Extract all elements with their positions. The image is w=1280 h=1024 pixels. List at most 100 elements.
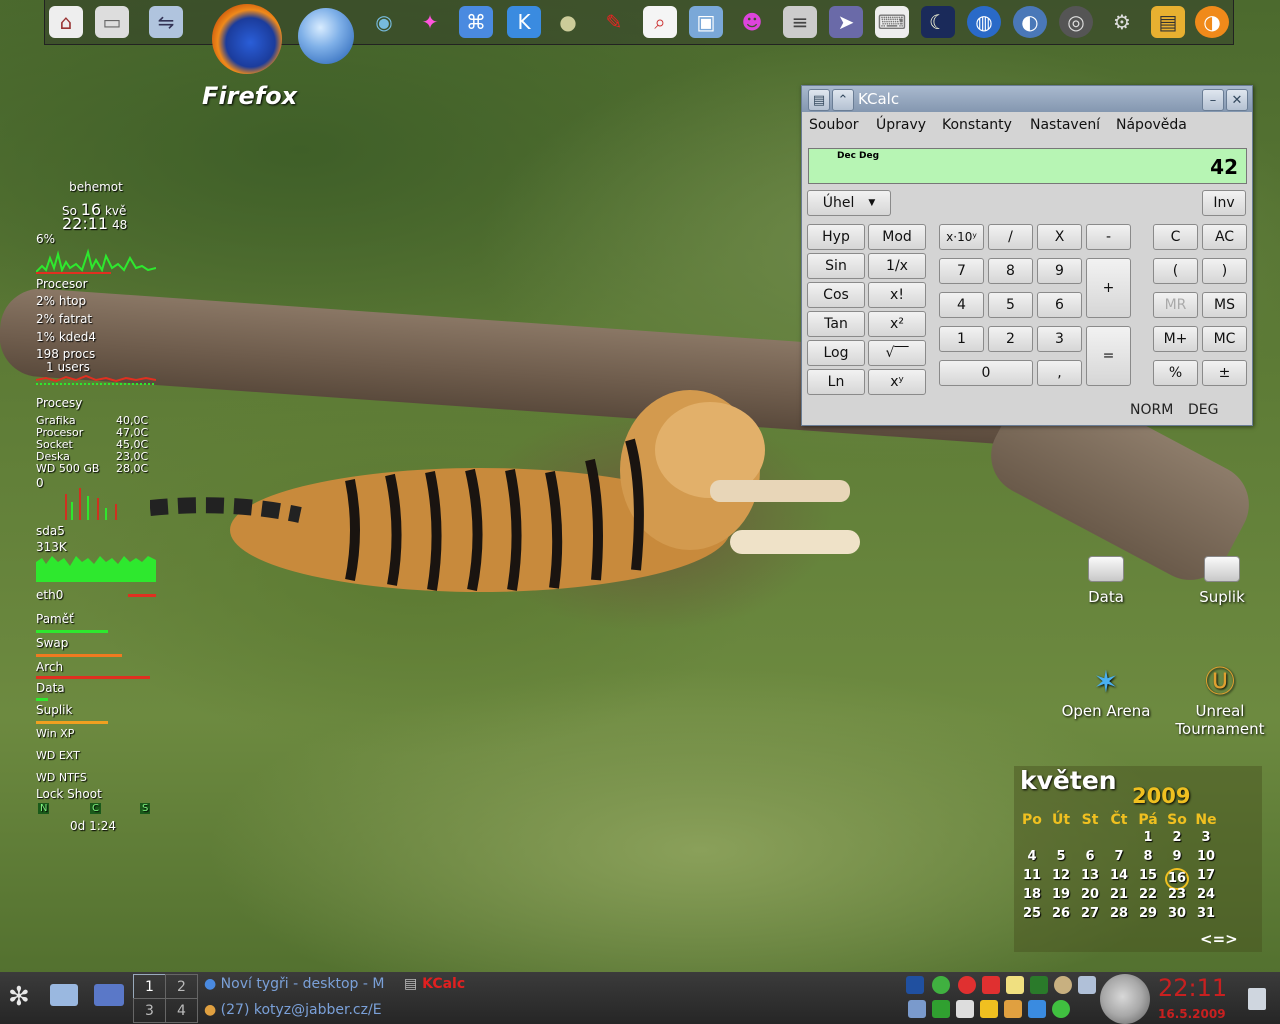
square-button[interactable]: x² <box>868 311 926 337</box>
usb-drive-icon[interactable]: ⇋ <box>149 6 183 38</box>
exp-button[interactable]: x·10ʸ <box>939 224 984 250</box>
pidgin-icon[interactable] <box>1054 976 1072 994</box>
menu-settings[interactable]: Nastavení <box>1030 117 1100 133</box>
reciprocal-button[interactable]: 1/x <box>868 253 926 279</box>
decimal-button[interactable]: , <box>1037 360 1082 386</box>
calendar-day[interactable]: 4 <box>1018 849 1046 864</box>
download-icon[interactable] <box>1030 976 1048 994</box>
dolphin-icon[interactable]: ◐ <box>1013 6 1047 38</box>
keyboard-icon[interactable]: ⌨ <box>875 6 909 38</box>
network-icon[interactable]: ⌘ <box>459 6 493 38</box>
digit-0-button[interactable]: 0 <box>939 360 1033 386</box>
home-icon[interactable]: ⌂ <box>49 6 83 38</box>
clock-time[interactable]: 22:11 <box>1158 974 1227 1002</box>
status-tray-icon[interactable] <box>1052 1000 1070 1018</box>
task-item-active[interactable]: ▤ KCalc <box>404 976 465 992</box>
power-button[interactable]: xʸ <box>868 369 926 395</box>
memory-recall-button[interactable]: MR <box>1153 292 1198 318</box>
calendar-day[interactable]: 19 <box>1047 887 1075 902</box>
mascot-icon[interactable]: ☻ <box>735 6 769 38</box>
clock-date[interactable]: 16.5.2009 <box>1158 1007 1226 1021</box>
memory-add-button[interactable]: M+ <box>1153 326 1198 352</box>
ln-button[interactable]: Ln <box>807 369 865 395</box>
plus-button[interactable]: + <box>1086 258 1131 318</box>
rocket-icon[interactable]: ✦ <box>413 6 447 38</box>
kde-tray-icon[interactable] <box>1028 1000 1046 1018</box>
equals-button[interactable]: = <box>1086 326 1131 386</box>
film-icon[interactable]: ▤ <box>1151 6 1185 38</box>
calendar-day[interactable]: 11 <box>1018 868 1046 883</box>
multiply-button[interactable]: X <box>1037 224 1082 250</box>
sqrt-button[interactable]: √‾‾ <box>868 340 926 366</box>
calendar-day[interactable]: 2 <box>1163 830 1191 845</box>
calendar-day[interactable]: 21 <box>1105 887 1133 902</box>
factorial-button[interactable]: x! <box>868 282 926 308</box>
digit-7-button[interactable]: 7 <box>939 258 984 284</box>
calendar-day[interactable]: 29 <box>1134 906 1162 921</box>
menu-edit[interactable]: Úpravy <box>876 117 926 133</box>
calendar-day[interactable]: 27 <box>1076 906 1104 921</box>
pointer-icon[interactable]: ➤ <box>829 6 863 38</box>
scanner-icon[interactable]: ≡ <box>783 6 817 38</box>
calendar-day[interactable]: 6 <box>1076 849 1104 864</box>
media-player-icon[interactable]: ◑ <box>1195 6 1229 38</box>
minimize-icon[interactable]: – <box>1202 89 1224 111</box>
memory-store-button[interactable]: MS <box>1202 292 1247 318</box>
firefox-icon[interactable] <box>212 4 282 74</box>
desktop-icon-suplik[interactable]: Suplik <box>1172 556 1272 606</box>
globe-pin-icon[interactable]: ◉ <box>367 6 401 38</box>
menu-file[interactable]: Soubor <box>809 117 859 133</box>
close-paren-button[interactable]: ) <box>1202 258 1247 284</box>
digit-6-button[interactable]: 6 <box>1037 292 1082 318</box>
clipboard-icon[interactable] <box>956 1000 974 1018</box>
calendar-day[interactable]: 14 <box>1105 868 1133 883</box>
calendar-day[interactable]: 25 <box>1018 906 1046 921</box>
digit-3-button[interactable]: 3 <box>1037 326 1082 352</box>
calendar-day[interactable]: 8 <box>1134 849 1162 864</box>
desktop-icon[interactable] <box>94 984 124 1006</box>
calendar-nav[interactable]: <=> <box>1200 930 1238 948</box>
disc-icon[interactable]: ◎ <box>1059 6 1093 38</box>
drive-icon[interactable]: ▭ <box>95 6 129 38</box>
calendar-day[interactable]: 30 <box>1163 906 1191 921</box>
memory-clear-button[interactable]: MC <box>1202 326 1247 352</box>
task-item[interactable]: ● Noví tygři - desktop - M <box>204 976 384 992</box>
calendar-day[interactable]: 10 <box>1192 849 1220 864</box>
file-manager-icon[interactable] <box>50 984 78 1006</box>
network-manager-icon[interactable] <box>932 1000 950 1018</box>
night-icon[interactable]: ☾ <box>921 6 955 38</box>
sin-button[interactable]: Sin <box>807 253 865 279</box>
kde-k-icon[interactable]: K <box>507 6 541 38</box>
calendar-day[interactable]: 17 <box>1192 868 1220 883</box>
calendar-day[interactable]: 5 <box>1047 849 1075 864</box>
desktop-icon-data[interactable]: Data <box>1056 556 1156 606</box>
digit-5-button[interactable]: 5 <box>988 292 1033 318</box>
close-icon[interactable]: ✕ <box>1226 89 1248 111</box>
sign-button[interactable]: ± <box>1202 360 1247 386</box>
digit-4-button[interactable]: 4 <box>939 292 984 318</box>
mod-button[interactable]: Mod <box>868 224 926 250</box>
hyp-button[interactable]: Hyp <box>807 224 865 250</box>
pager-desktop-4[interactable]: 4 <box>165 998 198 1023</box>
digit-9-button[interactable]: 9 <box>1037 258 1082 284</box>
trash-icon[interactable] <box>1248 988 1266 1010</box>
volume-icon[interactable] <box>908 1000 926 1018</box>
earth-icon[interactable]: ◍ <box>967 6 1001 38</box>
menu-help[interactable]: Nápověda <box>1116 117 1187 133</box>
calendar-day[interactable]: 13 <box>1076 868 1104 883</box>
digit-1-button[interactable]: 1 <box>939 326 984 352</box>
percent-button[interactable]: % <box>1153 360 1198 386</box>
menu-constants[interactable]: Konstanty <box>942 117 1012 133</box>
browser-globe-icon[interactable] <box>298 8 354 64</box>
calendar-day[interactable]: 9 <box>1163 849 1191 864</box>
pager-desktop-2[interactable]: 2 <box>165 974 198 999</box>
settings-icon[interactable]: ⚙ <box>1105 6 1139 38</box>
calendar-day[interactable]: 23 <box>1163 887 1191 902</box>
inv-button[interactable]: Inv <box>1202 190 1246 216</box>
magnifier-icon[interactable]: ⌕ <box>643 6 677 38</box>
calendar-day[interactable]: 31 <box>1192 906 1220 921</box>
updates-icon[interactable] <box>980 1000 998 1018</box>
all-clear-button[interactable]: AC <box>1202 224 1247 250</box>
mail-icon[interactable] <box>1078 976 1096 994</box>
photo-icon[interactable]: ▣ <box>689 6 723 38</box>
